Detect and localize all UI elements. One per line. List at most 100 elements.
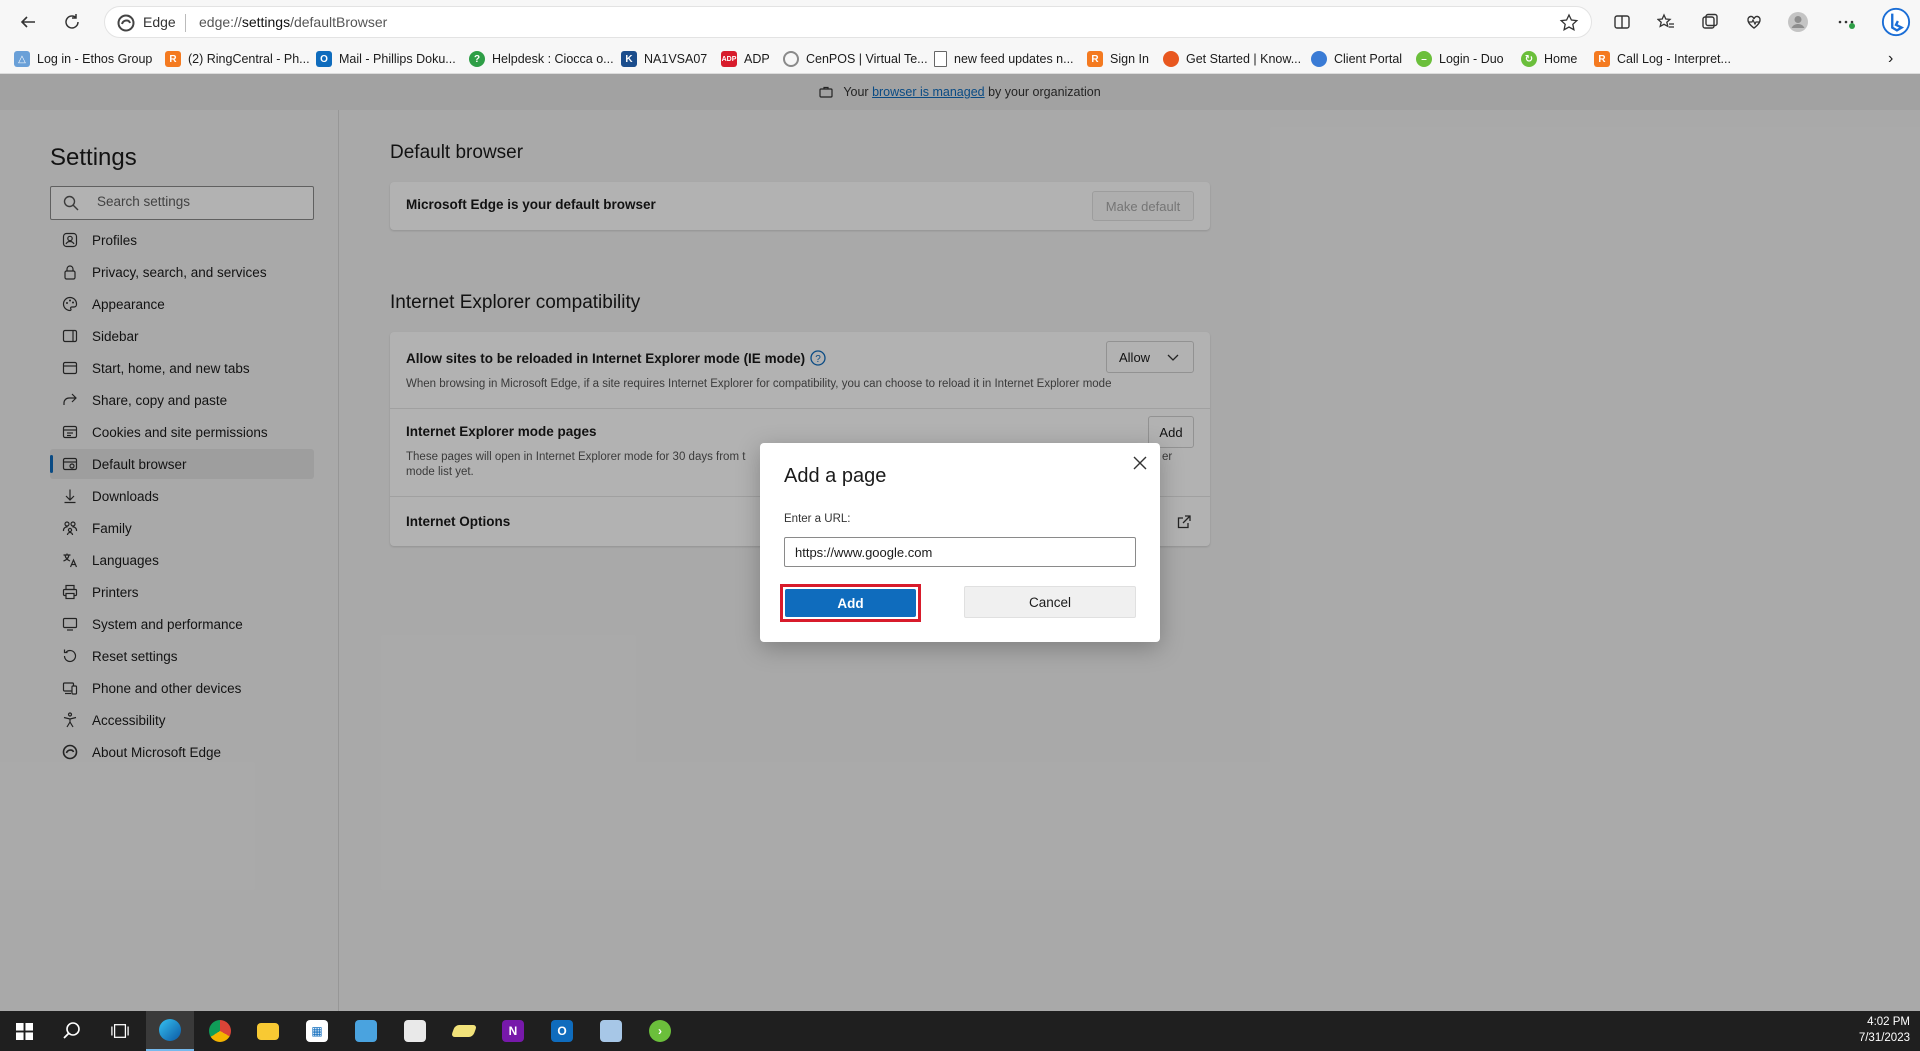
bookmark-11[interactable]: – Login - Duo <box>1416 49 1504 69</box>
taskbar-onenote[interactable]: N <box>489 1011 537 1051</box>
edge-logo-icon <box>117 14 135 32</box>
collections-icon <box>1702 13 1718 29</box>
bookmark-label: NA1VSA07 <box>644 52 708 66</box>
windows-taskbar: ▦ N O › 4:02 PM 7/31/2023 <box>0 1011 1920 1051</box>
add-button-highlight: Add <box>780 584 921 622</box>
adp-icon: ADP <box>721 51 737 67</box>
split-screen-icon <box>1614 15 1630 29</box>
cancel-button[interactable]: Cancel <box>964 586 1136 618</box>
address-separator <box>185 14 186 32</box>
bookmark-7[interactable]: new feed updates n... <box>934 49 1074 69</box>
bookmark-3[interactable]: ? Helpdesk : Ciocca o... <box>469 49 614 69</box>
more-dots-icon <box>1838 20 1855 29</box>
calllog-icon: R <box>1594 51 1610 67</box>
bookmark-9[interactable]: Get Started | Know... <box>1163 49 1301 69</box>
profile-button[interactable] <box>1784 8 1812 36</box>
bookmark-5[interactable]: ADP ADP <box>721 49 770 69</box>
knowbe4-icon <box>1163 51 1179 67</box>
home-icon: ↻ <box>1521 51 1537 67</box>
portal-icon <box>1311 51 1327 67</box>
taskbar-app-10[interactable] <box>587 1011 635 1051</box>
bookmark-1[interactable]: R (2) RingCentral - Ph... <box>165 49 310 69</box>
taskbar-chrome[interactable] <box>196 1011 244 1051</box>
bookmark-label: Helpdesk : Ciocca o... <box>492 52 614 66</box>
favorites-button[interactable] <box>1652 8 1680 36</box>
settings-more-button[interactable] <box>1832 8 1860 36</box>
ringcentral-icon: R <box>165 51 181 67</box>
bookmark-4[interactable]: K NA1VSA07 <box>621 49 707 69</box>
bookmark-6[interactable]: CenPOS | Virtual Te... <box>783 49 928 69</box>
taskbar-app-5[interactable] <box>342 1011 390 1051</box>
edge-app-icon <box>159 1019 181 1041</box>
task-view-button[interactable] <box>96 1011 144 1051</box>
bing-chat-button[interactable] <box>1880 6 1912 38</box>
url-path: settings <box>241 14 291 30</box>
store-app-icon: ▦ <box>306 1020 328 1042</box>
play-app-icon: › <box>649 1020 671 1042</box>
wordpad-app-icon <box>600 1020 622 1042</box>
signin-icon: R <box>1087 51 1103 67</box>
bookmark-2[interactable]: O Mail - Phillips Doku... <box>316 49 456 69</box>
refresh-button[interactable] <box>58 8 86 36</box>
bookmark-13[interactable]: R Call Log - Interpret... <box>1594 49 1731 69</box>
heart-pulse-icon <box>1747 15 1761 29</box>
bookmark-label: ADP <box>744 52 770 66</box>
folder-app-icon <box>257 1022 279 1040</box>
add-button[interactable]: Add <box>785 589 916 617</box>
url-prefix: edge:// <box>199 14 242 30</box>
clock-date: 7/31/2023 <box>1858 1032 1910 1044</box>
collections-button[interactable] <box>1696 8 1724 36</box>
browser-essentials-button[interactable] <box>1740 8 1768 36</box>
bookmarks-overflow-button[interactable]: › <box>1888 49 1893 69</box>
bookmark-label: Mail - Phillips Doku... <box>339 52 456 66</box>
split-screen-button[interactable] <box>1608 8 1636 36</box>
sticky-notes-app-icon <box>450 1025 478 1037</box>
cenpos-icon <box>783 51 799 67</box>
start-button[interactable] <box>0 1011 48 1051</box>
remote-desktop-app-icon <box>355 1020 377 1042</box>
bookmark-label: Client Portal <box>1334 52 1403 66</box>
bookmark-label: CenPOS | Virtual Te... <box>806 52 928 66</box>
favorites-icon <box>1657 13 1674 28</box>
bookmark-10[interactable]: Client Portal <box>1311 49 1402 69</box>
avatar-icon <box>1788 12 1808 32</box>
taskbar-app-11[interactable]: › <box>636 1011 684 1051</box>
site-name: Edge <box>143 14 176 30</box>
taskbar-edge[interactable] <box>146 1011 194 1051</box>
bookmark-8[interactable]: R Sign In <box>1087 49 1149 69</box>
taskbar-file-explorer[interactable] <box>244 1011 292 1051</box>
taskbar-app-6[interactable] <box>391 1011 439 1051</box>
url-text: edge://settings/defaultBrowser <box>199 14 387 30</box>
kaseya-icon: K <box>621 51 637 67</box>
outlook-app-icon: O <box>551 1020 573 1042</box>
bookmark-label: new feed updates n... <box>954 52 1074 66</box>
url-field-label: Enter a URL: <box>784 513 851 525</box>
bing-icon <box>1881 7 1911 37</box>
chevron-right-icon: › <box>1888 50 1894 67</box>
outlook-icon: O <box>316 51 332 67</box>
favorite-star-icon[interactable] <box>1559 13 1579 33</box>
favorites-bar: △ Log in - Ethos Group R (2) RingCentral -… <box>0 44 1920 74</box>
page-icon <box>934 51 947 67</box>
bookmark-12[interactable]: ↻ Home <box>1521 49 1577 69</box>
taskbar-outlook[interactable]: O <box>538 1011 586 1051</box>
bookmark-label: Log in - Ethos Group <box>37 52 153 66</box>
taskbar-store[interactable]: ▦ <box>293 1011 341 1051</box>
browser-toolbar: Edge edge://settings/defaultBrowser <box>0 0 1920 44</box>
back-arrow-icon <box>20 16 35 28</box>
taskbar-clock[interactable]: 4:02 PM 7/31/2023 <box>1859 1014 1910 1046</box>
close-icon[interactable] <box>1130 453 1150 473</box>
notepad-app-icon <box>404 1020 426 1042</box>
task-view-icon <box>111 1024 129 1038</box>
url-input[interactable] <box>784 537 1136 567</box>
search-icon <box>63 1022 80 1039</box>
bookmark-0[interactable]: △ Log in - Ethos Group <box>14 49 152 69</box>
taskbar-app-7[interactable] <box>440 1011 488 1051</box>
back-button[interactable] <box>14 8 42 36</box>
bookmark-label: Login - Duo <box>1439 52 1504 66</box>
bookmark-label: Get Started | Know... <box>1186 52 1302 66</box>
address-bar[interactable]: Edge edge://settings/defaultBrowser <box>104 6 1592 38</box>
taskbar-search-button[interactable] <box>48 1011 96 1051</box>
bookmark-label: Call Log - Interpret... <box>1617 52 1731 66</box>
add-page-dialog: Add a page Enter a URL: Add Cancel <box>760 443 1160 642</box>
